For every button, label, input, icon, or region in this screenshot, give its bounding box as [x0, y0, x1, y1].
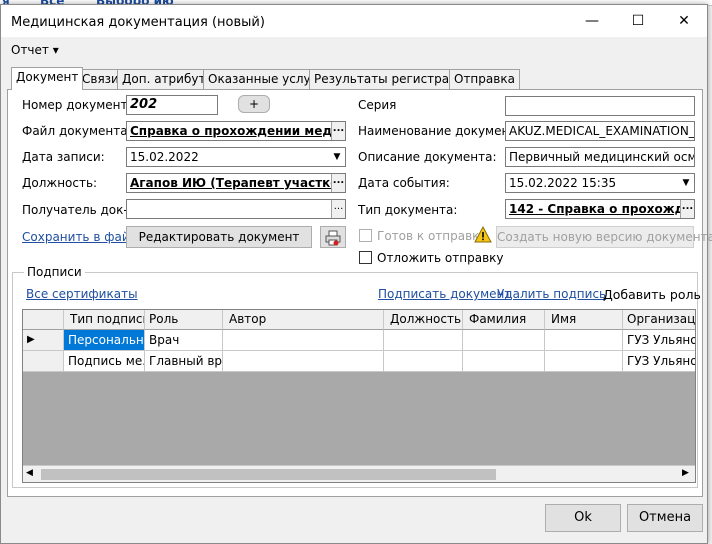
- doc-desc-label: Описание документа:: [358, 150, 497, 164]
- all-certificates-link[interactable]: Все сертификаты: [26, 287, 138, 301]
- doc-number-label: Номер документа:: [22, 98, 139, 112]
- record-date-combo[interactable]: 15.02.2022 ▼: [126, 147, 346, 167]
- doc-file-label: Файл документа:: [22, 124, 132, 138]
- save-to-file-link[interactable]: Сохранить в файл: [22, 230, 137, 244]
- event-date-label: Дата события:: [358, 176, 450, 190]
- recipient-field[interactable]: ...: [126, 199, 346, 219]
- window-title: Медицинская документация (новый): [11, 15, 265, 30]
- table-row-1-role[interactable]: Врач: [145, 330, 223, 351]
- table-row-2-organization[interactable]: ГУЗ Ульянов: [623, 351, 695, 372]
- table-row-1-name[interactable]: [545, 330, 623, 351]
- signatures-grid: Тип подписи Роль Автор Должность Фамилия…: [22, 309, 696, 483]
- column-header-organization[interactable]: Организация: [623, 310, 695, 330]
- grid-corner: [23, 310, 64, 330]
- doc-type-value: 142 - Справка о прохождени: [509, 202, 695, 216]
- table-row-1-position[interactable]: [384, 330, 463, 351]
- table-row-2-role[interactable]: Главный врач: [145, 351, 223, 372]
- column-header-surname[interactable]: Фамилия: [463, 310, 545, 330]
- sign-document-link[interactable]: Подписать документ: [378, 287, 511, 301]
- table-row-2-surname[interactable]: [463, 351, 545, 372]
- recipient-browse-button[interactable]: ...: [331, 200, 345, 218]
- doc-type-label: Тип документа:: [358, 203, 458, 217]
- signatures-group-title: Подписи: [24, 265, 85, 279]
- table-row-2-author[interactable]: [223, 351, 384, 372]
- position-value: Агапов ИЮ (Терапевт участковый): [130, 176, 345, 190]
- horizontal-scrollbar[interactable]: ◀ ▶: [23, 465, 695, 482]
- column-header-sign-type[interactable]: Тип подписи: [64, 310, 145, 330]
- doc-type-field[interactable]: 142 - Справка о прохождени ...: [505, 199, 695, 219]
- minimize-button[interactable]: —: [569, 5, 615, 37]
- close-button[interactable]: ✕: [661, 5, 707, 37]
- doc-number-field[interactable]: 202: [126, 95, 218, 115]
- remove-signature-link[interactable]: Удалить подпись: [497, 287, 606, 301]
- position-browse-button[interactable]: ...: [331, 174, 345, 192]
- column-header-role[interactable]: Роль: [145, 310, 223, 330]
- doc-file-field[interactable]: Справка о прохождении медицинс ...: [126, 121, 346, 141]
- postpone-send-checkbox[interactable]: [359, 251, 372, 264]
- print-button[interactable]: [320, 226, 346, 248]
- table-row-1-sign-type[interactable]: Персональн...: [64, 330, 145, 351]
- title-bar: Медицинская документация (новый) — ☐ ✕: [1, 5, 707, 37]
- ready-to-send-label: Готов к отправке: [377, 229, 487, 243]
- scrollbar-thumb[interactable]: [41, 469, 496, 480]
- column-header-name[interactable]: Имя: [545, 310, 623, 330]
- position-field[interactable]: Агапов ИЮ (Терапевт участковый) ...: [126, 173, 346, 193]
- table-row-2-name[interactable]: [545, 351, 623, 372]
- print-icon: [325, 230, 341, 246]
- recipient-label: Получатель док-та: [22, 203, 143, 217]
- menu-bar: Отчет ▾: [1, 38, 707, 60]
- doc-file-browse-button[interactable]: ...: [331, 122, 345, 140]
- series-label: Серия: [358, 98, 397, 112]
- table-row-1-author[interactable]: [223, 330, 384, 351]
- column-header-position[interactable]: Должность: [384, 310, 463, 330]
- event-date-value: 15.02.2022 15:35: [509, 176, 617, 190]
- ready-to-send-checkbox[interactable]: [359, 229, 372, 242]
- table-row-2-position[interactable]: [384, 351, 463, 372]
- doc-desc-field[interactable]: Первичный медицинский осмотр: [505, 147, 695, 167]
- warning-icon: [474, 226, 492, 243]
- add-role-button[interactable]: Добавить роль: [603, 287, 701, 302]
- doc-name-field[interactable]: AKUZ.MEDICAL_EXAMINATION_MAII: [505, 121, 695, 141]
- record-date-label: Дата записи:: [22, 150, 105, 164]
- edit-document-button[interactable]: Редактировать документ: [126, 226, 312, 248]
- scroll-right-icon[interactable]: ▶: [682, 468, 689, 478]
- doc-name-label: Наименование документа:: [358, 124, 528, 138]
- chevron-down-icon[interactable]: ▼: [679, 175, 693, 191]
- add-number-button[interactable]: +: [238, 95, 270, 113]
- maximize-button[interactable]: ☐: [615, 5, 661, 37]
- position-label: Должность:: [22, 176, 98, 190]
- table-row-1-surname[interactable]: [463, 330, 545, 351]
- scroll-left-icon[interactable]: ◀: [26, 468, 33, 478]
- row-indicator-icon[interactable]: ▶: [23, 330, 64, 351]
- create-new-version-button[interactable]: Создать новую версию документа: [496, 226, 712, 248]
- doc-type-browse-button[interactable]: ...: [680, 200, 694, 218]
- chevron-down-icon[interactable]: ▼: [330, 149, 344, 165]
- table-row-1-organization[interactable]: ГУЗ Ульянов: [623, 330, 695, 351]
- ok-button[interactable]: Ok: [545, 504, 621, 532]
- cancel-button[interactable]: Отмена: [627, 504, 703, 532]
- record-date-value: 15.02.2022: [130, 150, 199, 164]
- series-field[interactable]: [505, 96, 695, 116]
- doc-file-value: Справка о прохождении медицинс: [130, 124, 345, 138]
- tab-sending[interactable]: Отправка: [449, 69, 520, 89]
- postpone-send-label: Отложить отправку: [377, 251, 504, 265]
- menu-report[interactable]: Отчет ▾: [11, 43, 59, 57]
- event-date-combo[interactable]: 15.02.2022 15:35 ▼: [505, 173, 695, 193]
- table-row-2-sign-type[interactable]: Подпись ме...: [64, 351, 145, 372]
- tab-document[interactable]: Документ: [11, 67, 84, 90]
- column-header-author[interactable]: Автор: [223, 310, 384, 330]
- row-indicator-2[interactable]: [23, 351, 64, 372]
